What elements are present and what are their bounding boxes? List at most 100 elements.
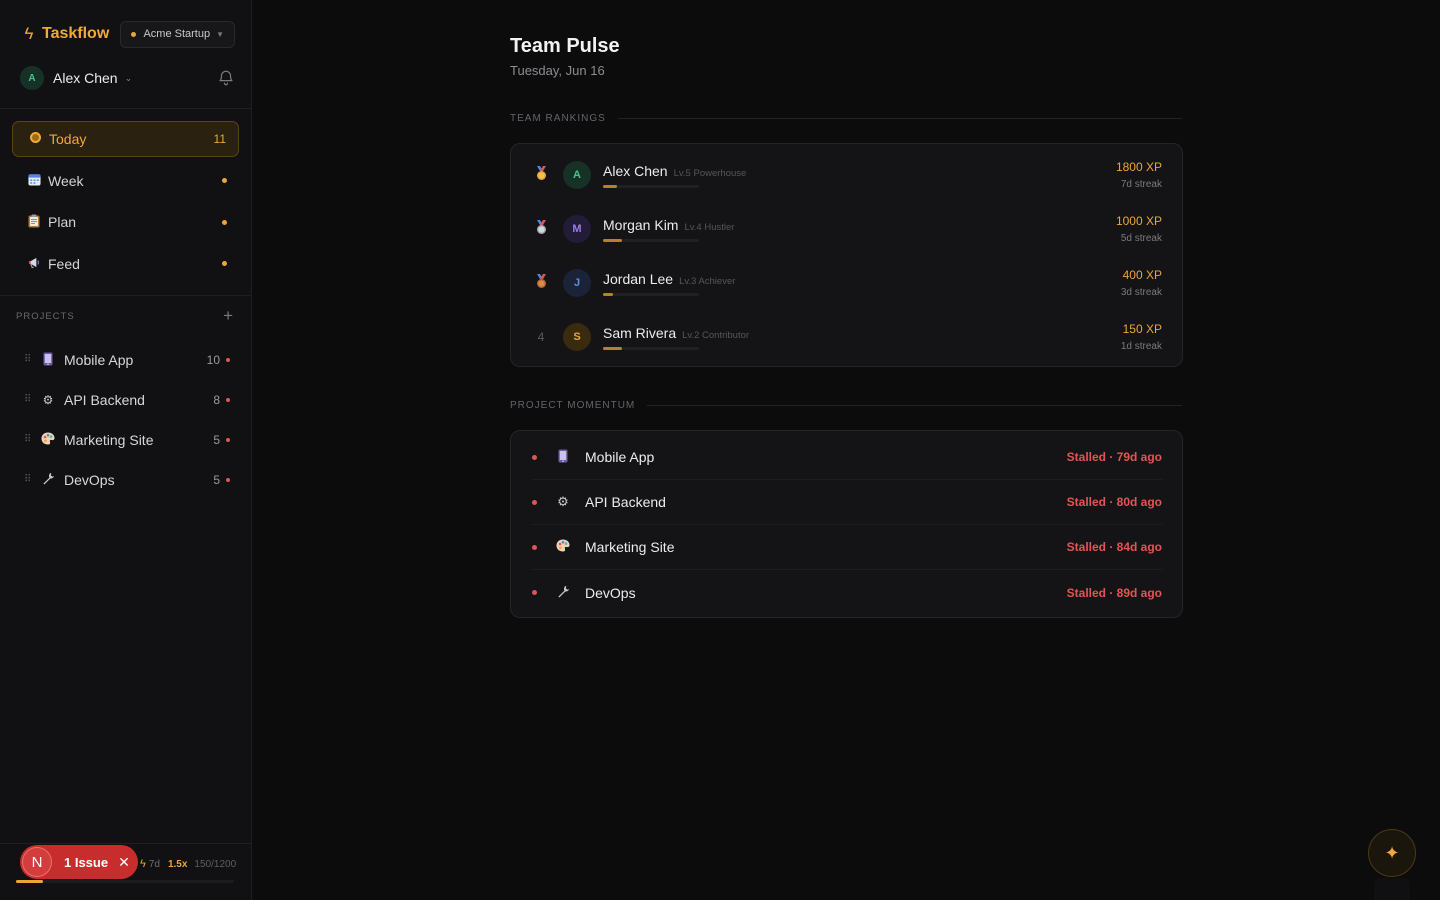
project-status: Stalled · 79d ago bbox=[1066, 450, 1162, 464]
palette-icon bbox=[555, 539, 571, 555]
drag-handle-icon[interactable]: ⠿ bbox=[24, 395, 32, 405]
nav-item-count: 11 bbox=[213, 132, 226, 146]
ranking-info: Sam Rivera Lv.2 Contributor bbox=[603, 325, 749, 350]
ranking-row[interactable]: J Jordan Lee Lv.3 Achiever 400 XP 3d str… bbox=[531, 256, 1162, 310]
nav-item-label: Today bbox=[49, 131, 87, 147]
project-name: Mobile App bbox=[585, 449, 655, 465]
rank-number: 4 bbox=[537, 330, 545, 344]
project-name: DevOps bbox=[585, 584, 636, 601]
xp-multiplier: 1.5x bbox=[167, 858, 188, 870]
sidebar-divider bbox=[0, 108, 251, 109]
avatar: A bbox=[563, 161, 591, 189]
issue-badge[interactable]: N 1 Issue ✕ bbox=[20, 845, 138, 879]
user-name[interactable]: Alex Chen bbox=[53, 70, 118, 86]
issue-label[interactable]: 1 Issue bbox=[64, 855, 108, 870]
momentum-label: PROJECT MOMENTUM bbox=[510, 400, 636, 411]
nav-item-feed[interactable]: Feed bbox=[12, 246, 239, 282]
gear-icon: ⚙ bbox=[557, 494, 569, 509]
avatar: J bbox=[563, 269, 591, 297]
momentum-row[interactable]: Marketing Site Stalled · 84d ago bbox=[531, 525, 1162, 570]
ranking-row[interactable]: 4 S Sam Rivera Lv.2 Contributor 150 XP 1… bbox=[531, 310, 1162, 364]
project-count: 10 bbox=[206, 353, 220, 367]
ranking-stats: 400 XP 3d streak bbox=[1121, 268, 1162, 298]
momentum-row[interactable]: ⚙ API Backend Stalled · 80d ago bbox=[531, 480, 1162, 525]
xp-progress-fill bbox=[16, 880, 44, 883]
member-streak: 5d streak bbox=[1120, 233, 1162, 244]
project-name: Marketing Site bbox=[64, 432, 154, 448]
drag-handle-icon[interactable]: ⠿ bbox=[24, 355, 32, 365]
nav-item-today[interactable]: Today 11 bbox=[12, 121, 239, 157]
project-count: 5 bbox=[213, 433, 220, 447]
sparkle-icon: ✦ bbox=[1384, 842, 1400, 863]
rankings-header: TEAM RANKINGS bbox=[510, 113, 1182, 124]
member-xp-bar bbox=[603, 292, 699, 296]
xp-progress-text: 150/1200 bbox=[194, 858, 237, 870]
member-xp-bar bbox=[603, 238, 699, 242]
issue-avatar[interactable]: N bbox=[22, 847, 52, 877]
workspace-switcher[interactable]: Acme Startup ▼ bbox=[120, 20, 235, 48]
member-name: Jordan Lee bbox=[603, 270, 674, 287]
ranking-info: Morgan Kim Lv.4 Hustler bbox=[603, 217, 734, 242]
wrench-icon bbox=[40, 472, 56, 488]
ai-assistant-button[interactable]: ✦ bbox=[1368, 829, 1416, 877]
member-level: Lv.4 Hustler bbox=[684, 221, 735, 233]
nav-item-dot bbox=[222, 219, 227, 225]
member-streak: 3d streak bbox=[1120, 287, 1162, 298]
stalled-dot bbox=[532, 499, 537, 505]
avatar: M bbox=[563, 215, 591, 243]
ranking-row[interactable]: M Morgan Kim Lv.4 Hustler 1000 XP 5d str… bbox=[531, 202, 1162, 256]
streak-days: 7d bbox=[148, 858, 160, 870]
nav-item-plan[interactable]: Plan bbox=[12, 204, 239, 240]
member-streak: 7d streak bbox=[1120, 179, 1162, 190]
ranking-info: Alex Chen Lv.5 Powerhouse bbox=[603, 163, 746, 188]
user-avatar[interactable]: A bbox=[20, 66, 44, 90]
momentum-row[interactable]: Mobile App Stalled · 79d ago bbox=[531, 435, 1162, 480]
ranking-stats: 150 XP 1d streak bbox=[1121, 322, 1162, 352]
member-xp-fill bbox=[603, 184, 618, 188]
drag-handle-icon[interactable]: ⠿ bbox=[24, 435, 32, 445]
momentum-row[interactable]: DevOps Stalled · 89d ago bbox=[531, 570, 1162, 615]
avatar: S bbox=[563, 323, 591, 351]
member-xp: 150 XP bbox=[1122, 322, 1162, 336]
gear-icon: ⚙ bbox=[42, 393, 54, 407]
nav-item-dot bbox=[222, 178, 227, 183]
sidebar-project-devops[interactable]: ⠿ DevOps 5 bbox=[24, 460, 230, 500]
project-name: DevOps bbox=[64, 472, 115, 488]
ranking-row[interactable]: A Alex Chen Lv.5 Powerhouse 1800 XP 7d s… bbox=[531, 148, 1162, 202]
silver-medal-icon bbox=[531, 220, 551, 238]
project-status-dot bbox=[226, 398, 230, 402]
member-xp-fill bbox=[603, 238, 623, 242]
chevron-down-icon[interactable]: ⌄ bbox=[125, 73, 133, 84]
project-count: 8 bbox=[213, 393, 220, 407]
fab-shadow bbox=[1374, 878, 1410, 900]
bronze-medal-icon bbox=[531, 274, 551, 292]
page-title: Team Pulse bbox=[510, 35, 620, 57]
sidebar-project-marketing-site[interactable]: ⠿ Marketing Site 5 bbox=[24, 420, 230, 460]
gold-medal-icon bbox=[531, 166, 551, 184]
member-xp: 400 XP bbox=[1122, 268, 1162, 282]
nav-item-dot bbox=[222, 261, 227, 266]
nav-item-week[interactable]: Week bbox=[12, 163, 239, 199]
nav-item-label: Feed bbox=[48, 255, 80, 272]
stalled-dot bbox=[532, 544, 537, 550]
member-xp-bar bbox=[603, 346, 699, 350]
sidebar-project-mobile-app[interactable]: ⠿ Mobile App 10 bbox=[24, 340, 230, 380]
close-icon[interactable]: ✕ bbox=[118, 854, 130, 871]
momentum-card: Mobile App Stalled · 79d ago ⚙ API Backe… bbox=[510, 430, 1183, 618]
member-name: Alex Chen bbox=[603, 162, 668, 179]
phone-icon bbox=[40, 352, 56, 369]
sidebar-project-api-backend[interactable]: ⠿ ⚙ API Backend 8 bbox=[24, 380, 230, 420]
nav-item-label: Week bbox=[48, 172, 84, 189]
drag-handle-icon[interactable]: ⠿ bbox=[24, 475, 32, 485]
clipboard-icon bbox=[26, 214, 42, 231]
target-icon bbox=[27, 132, 43, 146]
add-project-button[interactable]: + bbox=[223, 307, 233, 324]
momentum-header: PROJECT MOMENTUM bbox=[510, 400, 1182, 411]
chevron-down-icon: ▼ bbox=[216, 29, 224, 39]
sidebar-divider bbox=[0, 295, 251, 296]
rankings-label: TEAM RANKINGS bbox=[510, 113, 606, 124]
member-name: Morgan Kim bbox=[603, 216, 679, 233]
bell-icon[interactable] bbox=[217, 69, 235, 87]
calendar-icon bbox=[26, 173, 42, 189]
projects-header: PROJECTS + bbox=[16, 307, 233, 324]
